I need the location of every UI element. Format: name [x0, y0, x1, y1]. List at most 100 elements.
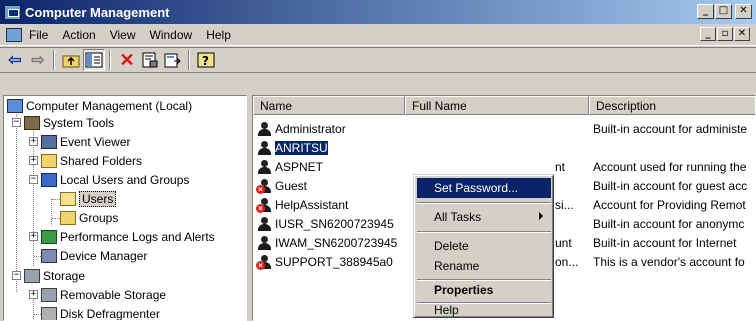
tree-item-shared-folders[interactable]: Shared Folders — [41, 152, 142, 170]
user-row[interactable]: × SUPPORT_388945a0 — [256, 253, 393, 271]
collapse-local-users-icon[interactable]: − — [29, 175, 38, 184]
tree-item-event-viewer[interactable]: Event Viewer — [41, 133, 130, 151]
user-row[interactable]: ASPNET — [256, 158, 323, 176]
tree-connector — [16, 110, 17, 277]
show-hide-tree-icon[interactable] — [83, 49, 105, 71]
title-bar[interactable]: Computer Management _ □ ✕ — [0, 0, 756, 24]
toolbar-separator — [109, 50, 111, 70]
event-viewer-icon — [41, 135, 57, 149]
forward-arrow-icon[interactable]: ⇨ — [27, 49, 49, 71]
disabled-user-icon: × — [256, 254, 273, 270]
expand-removable-storage-icon[interactable]: + — [29, 290, 38, 299]
properties-icon[interactable] — [139, 49, 161, 71]
computer-management-icon — [4, 4, 21, 20]
user-row[interactable]: IWAM_SN6200723945 — [256, 234, 397, 252]
expand-perf-logs-icon[interactable]: + — [29, 232, 38, 241]
folder-icon — [60, 211, 76, 225]
tree-label: Performance Logs and Alerts — [60, 230, 215, 244]
tree-item-system-tools[interactable]: System Tools — [24, 114, 114, 132]
context-menu: Set Password... All Tasks Delete Rename … — [413, 174, 554, 318]
removable-storage-icon — [41, 288, 57, 302]
user-full-name: si... — [555, 198, 574, 212]
tree-item-disk-defragmenter[interactable]: Disk Defragmenter — [41, 305, 160, 320]
tree-label: Shared Folders — [60, 154, 143, 168]
mdi-caption-buttons: _ ▫ ✕ — [699, 27, 750, 41]
user-name: ASPNET — [275, 160, 324, 174]
tree-label: Removable Storage — [60, 288, 167, 302]
mdi-minimize-button[interactable]: _ — [700, 27, 716, 41]
tree-item-local-users-groups[interactable]: Local Users and Groups — [41, 171, 189, 189]
close-button[interactable]: ✕ — [735, 4, 752, 19]
tree-label: Device Manager — [60, 249, 148, 263]
device-manager-icon — [41, 249, 57, 263]
menu-item-rename[interactable]: Rename — [417, 256, 551, 276]
collapse-storage-icon[interactable]: − — [12, 271, 21, 280]
menu-view[interactable]: View — [103, 28, 143, 42]
disabled-user-icon: × — [256, 197, 273, 213]
tree-item-root[interactable]: Computer Management (Local) — [7, 97, 192, 115]
tree-item-groups[interactable]: Groups — [60, 209, 118, 227]
shared-folder-icon — [41, 154, 57, 168]
collapse-system-tools-icon[interactable]: − — [12, 118, 21, 127]
toolbar: ⇦ ⇨ ✕ ? — [0, 47, 756, 73]
menu-action[interactable]: Action — [55, 28, 102, 42]
tree-item-device-manager[interactable]: Device Manager — [41, 247, 147, 265]
tree-item-users[interactable]: Users — [60, 190, 117, 208]
export-list-icon[interactable] — [162, 49, 184, 71]
user-description: Built-in account for guest acc — [593, 179, 748, 193]
user-name: HelpAssistant — [275, 198, 349, 212]
column-header-full-name[interactable]: Full Name — [405, 96, 589, 115]
open-folder-icon — [60, 192, 76, 206]
menu-item-help[interactable]: Help — [417, 303, 551, 317]
mdi-restore-button[interactable]: ▫ — [717, 27, 733, 41]
delete-icon[interactable]: ✕ — [116, 49, 138, 71]
tree-label: Groups — [79, 211, 119, 225]
back-arrow-icon[interactable]: ⇦ — [4, 49, 26, 71]
submenu-arrow-icon — [539, 212, 543, 220]
tree-label: Users — [79, 191, 117, 207]
user-icon — [256, 159, 273, 175]
tree-label: Event Viewer — [60, 135, 131, 149]
column-header-description[interactable]: Description — [589, 96, 755, 115]
window-title: Computer Management — [25, 4, 170, 20]
column-header-name[interactable]: Name — [253, 96, 405, 115]
menu-item-all-tasks[interactable]: All Tasks — [417, 207, 551, 227]
toolbar-separator — [53, 50, 55, 70]
tree-label: Computer Management (Local) — [26, 99, 193, 113]
tree-item-perf-logs[interactable]: Performance Logs and Alerts — [41, 228, 215, 246]
user-description: Built-in account for administe — [593, 122, 748, 136]
menu-item-properties[interactable]: Properties — [417, 281, 551, 299]
tree-connector — [51, 199, 52, 226]
maximize-button[interactable]: □ — [715, 4, 732, 19]
tree-item-storage[interactable]: Storage — [24, 267, 85, 285]
user-row[interactable]: Administrator — [256, 120, 346, 138]
mdi-close-button[interactable]: ✕ — [734, 27, 750, 41]
tree-connector — [34, 314, 41, 315]
menu-file[interactable]: File — [22, 28, 55, 42]
console-tree[interactable]: Computer Management (Local) − System Too… — [3, 95, 247, 321]
tree-connector — [33, 297, 34, 320]
user-description: Account used for running the — [593, 160, 747, 174]
user-name: IUSR_SN6200723945 — [275, 217, 394, 231]
user-name: SUPPORT_388945a0 — [275, 255, 393, 269]
help-icon[interactable]: ? — [195, 49, 217, 71]
user-row[interactable]: ANRITSU — [256, 139, 328, 157]
console-icon[interactable] — [6, 27, 22, 42]
menu-help[interactable]: Help — [199, 28, 238, 42]
expand-event-viewer-icon[interactable]: + — [29, 137, 38, 146]
menu-item-label: All Tasks — [434, 210, 482, 224]
user-row[interactable]: × Guest — [256, 177, 307, 195]
tree-connector — [52, 199, 60, 200]
menu-item-delete[interactable]: Delete — [417, 236, 551, 256]
menu-item-set-password[interactable]: Set Password... — [417, 178, 551, 198]
tree-label: System Tools — [43, 116, 115, 130]
minimize-button[interactable]: _ — [697, 4, 714, 19]
menu-window[interactable]: Window — [143, 28, 200, 42]
tree-item-removable-storage[interactable]: Removable Storage — [41, 286, 166, 304]
expand-shared-folders-icon[interactable]: + — [29, 156, 38, 165]
user-description: Built-in account for Internet — [593, 236, 737, 250]
up-folder-icon[interactable] — [60, 49, 82, 71]
user-row[interactable]: × HelpAssistant — [256, 196, 348, 214]
user-name: ANRITSU — [275, 141, 328, 155]
user-row[interactable]: IUSR_SN6200723945 — [256, 215, 394, 233]
